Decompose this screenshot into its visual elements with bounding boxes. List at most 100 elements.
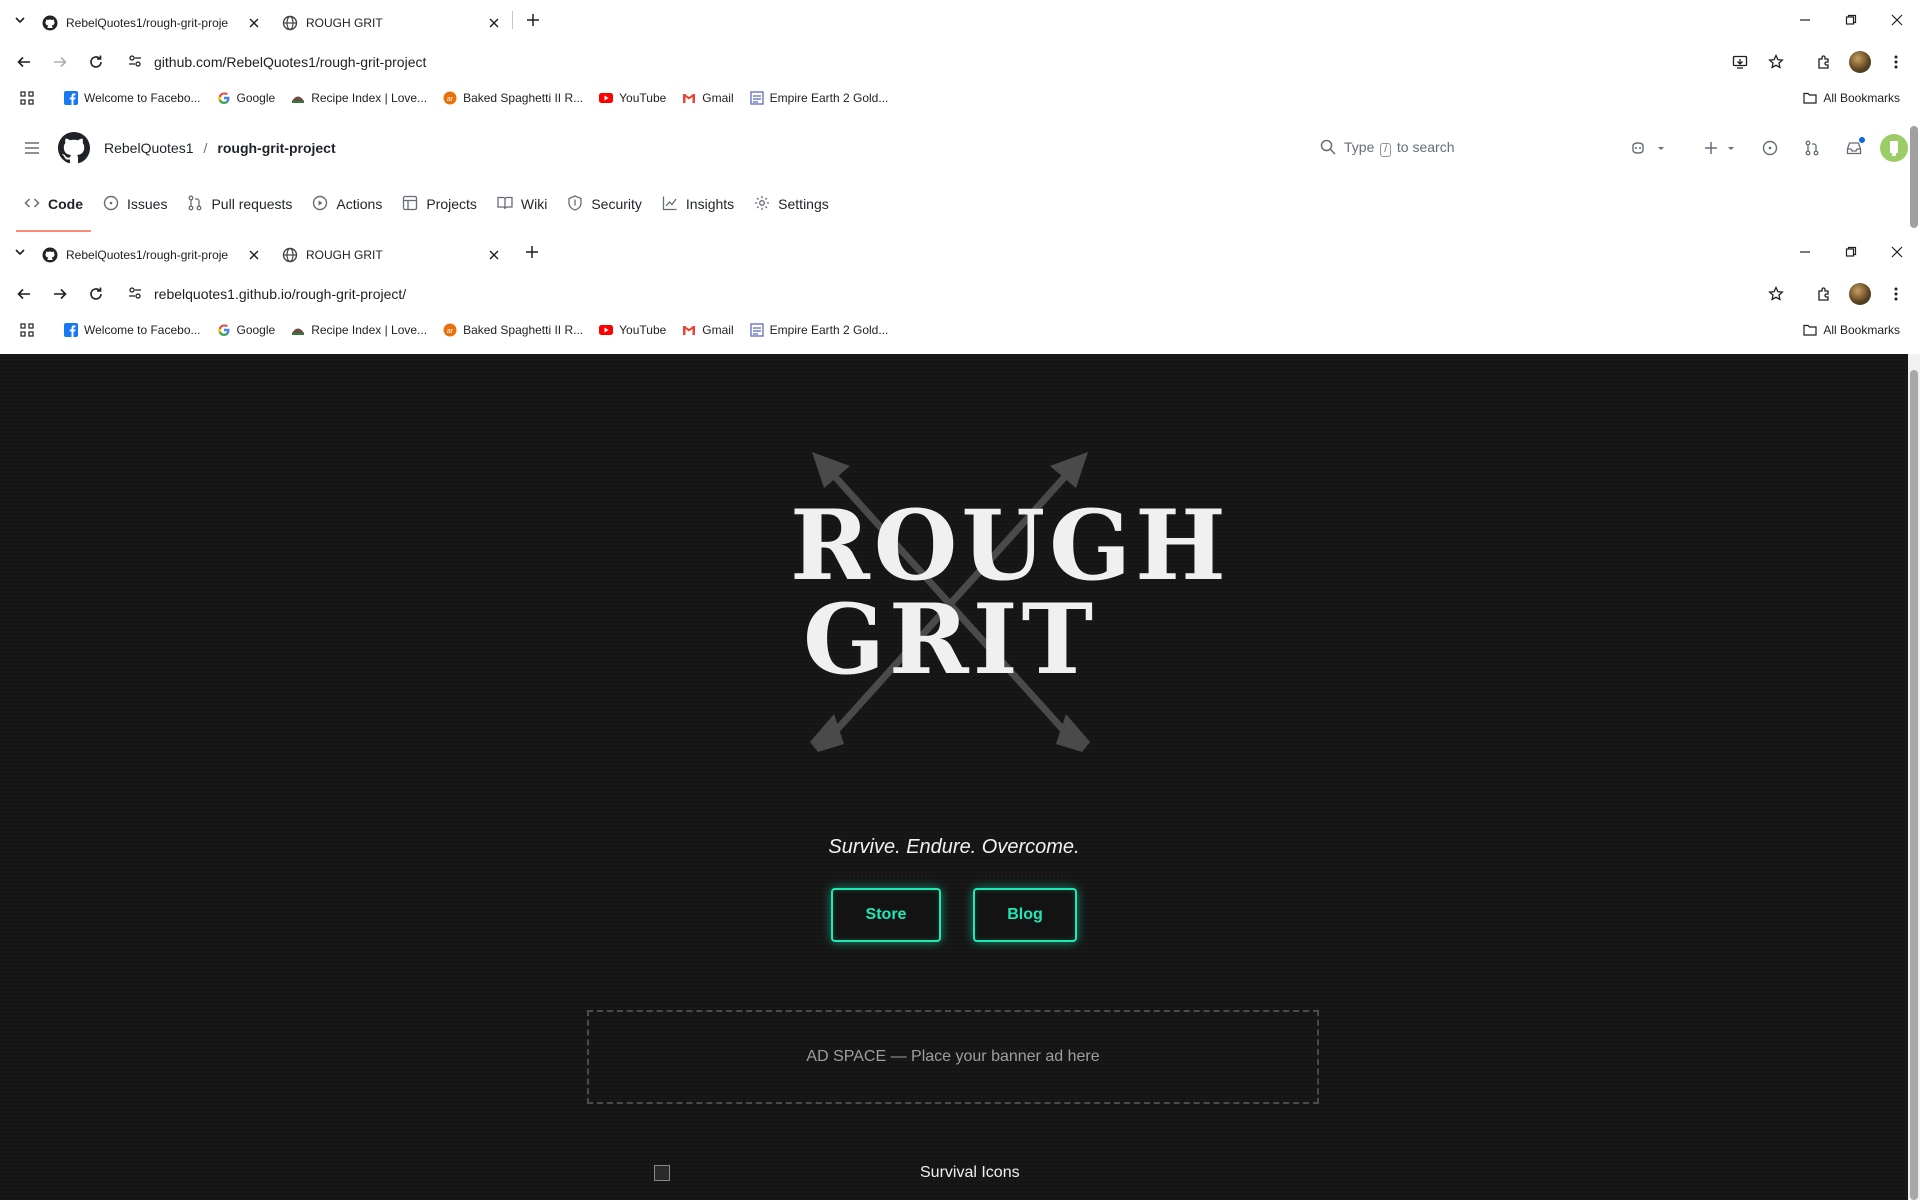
minimize-icon[interactable] <box>1782 232 1828 272</box>
bookmark-baked-spaghetti[interactable]: ar Baked Spaghetti II R... <box>435 316 591 344</box>
tab-label: Wiki <box>520 196 548 212</box>
restore-icon[interactable] <box>1828 232 1874 272</box>
tab-title: ROUGH GRIT <box>306 248 383 262</box>
tab-title: ROUGH GRIT <box>306 16 383 30</box>
bookmark-star-icon[interactable] <box>1760 278 1792 310</box>
all-bookmarks-label: All Bookmarks <box>1823 91 1900 105</box>
bookmark-gmail[interactable]: Gmail <box>674 84 741 112</box>
github-icon <box>42 247 58 263</box>
graph-icon <box>662 195 678 214</box>
apps-grid-icon[interactable] <box>12 84 42 112</box>
close-tab-icon[interactable] <box>486 15 502 31</box>
github-logo-icon[interactable] <box>58 132 90 164</box>
tab-projects[interactable]: Projects <box>394 184 485 224</box>
reload-icon[interactable] <box>80 278 112 310</box>
close-window-icon[interactable] <box>1874 232 1920 272</box>
tab-label: Pull requests <box>211 196 293 212</box>
all-bookmarks[interactable]: All Bookmarks <box>1795 84 1908 112</box>
reload-icon[interactable] <box>80 46 112 78</box>
user-avatar[interactable] <box>1880 134 1908 162</box>
tab-settings[interactable]: Settings <box>746 184 837 224</box>
pull-requests-icon[interactable] <box>1796 132 1828 164</box>
copilot-icon[interactable] <box>1624 132 1672 164</box>
back-arrow-icon[interactable] <box>8 46 40 78</box>
install-app-icon[interactable] <box>1724 46 1756 78</box>
github-scrollbar[interactable] <box>1908 122 1920 232</box>
new-tab-plus-icon[interactable] <box>518 238 546 266</box>
hamburger-menu-icon[interactable] <box>16 132 48 164</box>
game-icon <box>749 91 764 105</box>
all-bookmarks[interactable]: All Bookmarks <box>1795 316 1908 344</box>
bookmark-google[interactable]: Google <box>209 316 284 344</box>
tab-rough-grit[interactable]: ROUGH GRIT <box>272 6 512 40</box>
apps-grid-icon[interactable] <box>12 316 42 344</box>
bookmark-google[interactable]: Google <box>209 84 284 112</box>
bookmark-star-icon[interactable] <box>1760 46 1792 78</box>
extensions-puzzle-icon[interactable] <box>1808 278 1840 310</box>
tab-search-chevron-icon[interactable] <box>8 8 32 32</box>
new-tab-plus-icon[interactable] <box>519 6 547 34</box>
site-info-icon[interactable] <box>128 286 142 303</box>
repo-owner-link[interactable]: RebelQuotes1 <box>104 140 194 156</box>
close-tab-icon[interactable] <box>246 15 262 31</box>
repo-name-link[interactable]: rough-grit-project <box>217 140 335 156</box>
tab-search-chevron-icon[interactable] <box>8 240 32 264</box>
close-tab-icon[interactable] <box>486 247 502 263</box>
close-window-icon[interactable] <box>1874 0 1920 40</box>
slash-key-hint: / <box>1380 143 1392 157</box>
tab-label: Code <box>48 196 83 212</box>
minimize-icon[interactable] <box>1782 0 1828 40</box>
svg-text:ar: ar <box>447 96 454 103</box>
tab-strip: RebelQuotes1/rough-grit-proje ROUGH GRIT <box>0 0 1920 40</box>
forward-arrow-icon[interactable] <box>44 46 76 78</box>
site-info-icon[interactable] <box>128 54 142 71</box>
tab-title: RebelQuotes1/rough-grit-proje <box>66 16 229 30</box>
ad-space-banner[interactable]: AD SPACE — Place your banner ad here <box>587 1010 1319 1104</box>
search-placeholder: Type / to search <box>1344 139 1455 157</box>
back-arrow-icon[interactable] <box>8 278 40 310</box>
tab-pull-requests[interactable]: Pull requests <box>179 184 300 224</box>
forward-arrow-icon[interactable] <box>44 278 76 310</box>
tab-security[interactable]: Security <box>559 184 650 224</box>
tab-github[interactable]: RebelQuotes1/rough-grit-proje <box>32 6 272 40</box>
extensions-puzzle-icon[interactable] <box>1808 46 1840 78</box>
bookmark-youtube[interactable]: YouTube <box>591 84 674 112</box>
bookmark-gmail[interactable]: Gmail <box>674 316 741 344</box>
bookmark-youtube[interactable]: YouTube <box>591 316 674 344</box>
blog-button[interactable]: Blog <box>973 888 1077 942</box>
bookmark-empire-earth[interactable]: Empire Earth 2 Gold... <box>742 84 897 112</box>
bookmark-facebook[interactable]: Welcome to Facebo... <box>56 316 209 344</box>
allrecipes-icon: ar <box>443 323 457 337</box>
tab-actions[interactable]: Actions <box>304 184 390 224</box>
github-search-input[interactable]: Type / to search <box>1320 132 1570 164</box>
tab-rough-grit[interactable]: ROUGH GRIT <box>272 238 512 272</box>
bookmark-label: Welcome to Facebo... <box>84 91 201 105</box>
bookmark-label: Baked Spaghetti II R... <box>463 91 584 105</box>
create-new-plus-icon[interactable] <box>1696 132 1744 164</box>
address-bar[interactable]: github.com/RebelQuotes1/rough-grit-proje… <box>116 45 1720 79</box>
profile-avatar[interactable] <box>1844 46 1876 78</box>
close-tab-icon[interactable] <box>246 247 262 263</box>
menu-kebab-icon[interactable] <box>1880 278 1912 310</box>
address-bar[interactable]: rebelquotes1.github.io/rough-grit-projec… <box>116 277 1756 311</box>
logo-line-grit: GRIT <box>802 583 1098 696</box>
restore-icon[interactable] <box>1828 0 1874 40</box>
store-button[interactable]: Store <box>831 888 941 942</box>
bookmark-label: YouTube <box>619 323 667 337</box>
profile-avatar[interactable] <box>1844 278 1876 310</box>
inbox-icon[interactable] <box>1838 132 1870 164</box>
tab-code[interactable]: Code <box>16 184 91 232</box>
page-scrollbar[interactable] <box>1908 354 1920 1200</box>
tab-issues[interactable]: Issues <box>95 184 175 224</box>
bookmark-recipe-index[interactable]: Recipe Index | Love... <box>283 84 435 112</box>
game-icon <box>749 323 764 337</box>
bookmark-baked-spaghetti[interactable]: ar Baked Spaghetti II R... <box>435 84 591 112</box>
menu-kebab-icon[interactable] <box>1880 46 1912 78</box>
tab-wiki[interactable]: Wiki <box>489 184 555 224</box>
tab-insights[interactable]: Insights <box>654 184 742 224</box>
bookmark-empire-earth[interactable]: Empire Earth 2 Gold... <box>742 316 897 344</box>
bookmark-recipe-index[interactable]: Recipe Index | Love... <box>283 316 435 344</box>
issues-circle-icon[interactable] <box>1754 132 1786 164</box>
bookmark-facebook[interactable]: Welcome to Facebo... <box>56 84 209 112</box>
tab-github[interactable]: RebelQuotes1/rough-grit-proje <box>32 238 272 272</box>
